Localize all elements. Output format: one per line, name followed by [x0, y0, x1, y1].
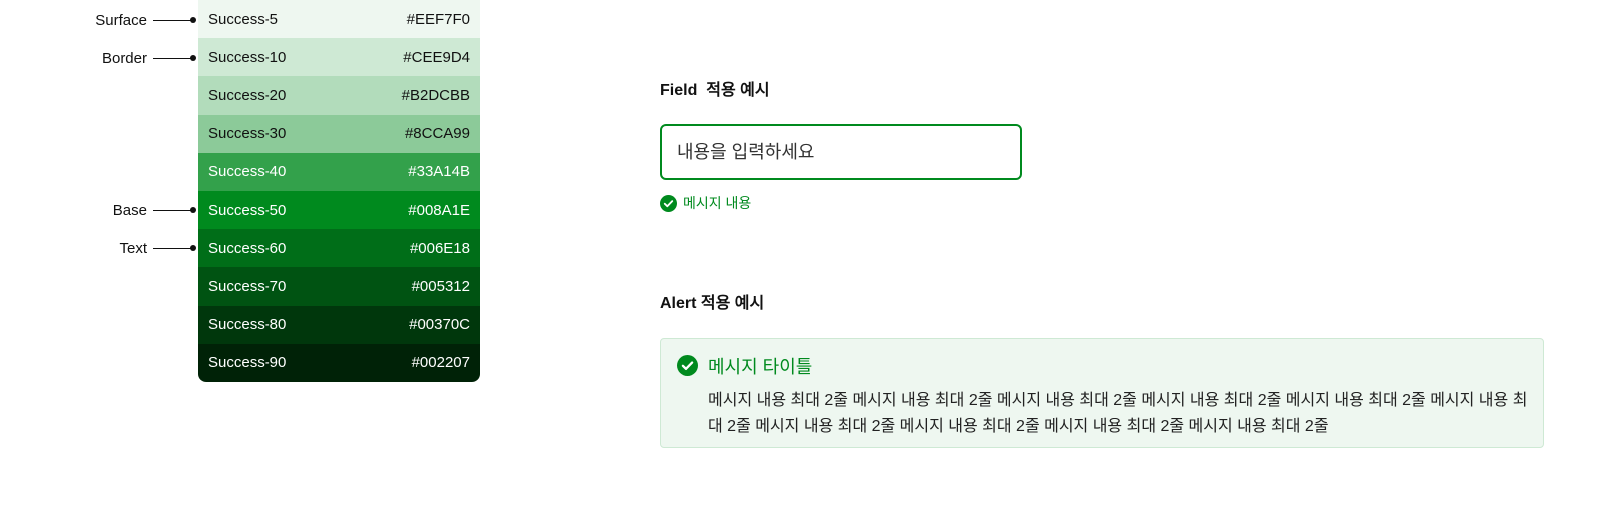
alert-body: 메시지 내용 최대 2줄 메시지 내용 최대 2줄 메시지 내용 최대 2줄 메… [708, 392, 1528, 435]
swatch-hex: #008A1E [408, 201, 470, 219]
role-label-text: Text [60, 238, 198, 258]
check-circle-icon [677, 355, 698, 376]
swatch-name: Success-10 [208, 48, 287, 66]
leader-line [153, 57, 191, 59]
swatch-hex: #002207 [411, 354, 470, 372]
swatch-hex: #8CCA99 [404, 125, 470, 143]
swatch-name: Success-60 [208, 239, 287, 257]
swatch-hex: #B2DCBB [401, 86, 470, 104]
role-label-base: Base [60, 200, 198, 220]
swatch-name: Success-20 [208, 86, 287, 104]
swatch-name: Success-30 [208, 125, 287, 143]
alert-example-title: Alert 적용 예시 [660, 295, 765, 312]
swatch-success-50: Success-50 #008A1E [198, 190, 480, 230]
role-text: Surface [95, 11, 147, 29]
field-example-title: Field 적용 예시 [660, 82, 770, 99]
swatch-hex: #33A14B [408, 163, 470, 181]
role-text: Border [101, 49, 147, 67]
swatch-success-10: Success-10 #CEE9D4 [198, 38, 480, 77]
swatch-success-90: Success-90 #002207 [198, 343, 480, 382]
swatch-hex: #EEF7F0 [406, 10, 470, 28]
swatch-name: Success-90 [208, 354, 287, 372]
field-message-text: 메시지 내용 [683, 195, 752, 211]
leader-dot [190, 245, 196, 251]
role-label-border: Border [60, 48, 198, 68]
swatch-success-5: Success-5 #EEF7F0 [198, 0, 480, 39]
example-text-field[interactable] [660, 124, 1022, 180]
swatch-success-20: Success-20 #B2DCBB [198, 76, 480, 115]
swatch-success-60: Success-60 #006E18 [198, 229, 480, 268]
leader-line [153, 209, 191, 211]
swatch-success-40: Success-40 #33A14B [198, 152, 480, 191]
alert-title: 메시지 타이틀 [708, 357, 813, 377]
swatch-success-30: Success-30 #8CCA99 [198, 114, 480, 153]
leader-dot [190, 207, 196, 213]
field-helper-message: 메시지 내용 [660, 193, 751, 213]
page: Success-5 #EEF7F0 Success-10 #CEE9D4 Suc… [0, 0, 1616, 526]
leader-line [153, 19, 191, 21]
swatch-hex: #CEE9D4 [403, 48, 470, 66]
success-alert: 메시지 타이틀 메시지 내용 최대 2줄 메시지 내용 최대 2줄 메시지 내용… [660, 338, 1544, 448]
role-text: Text [119, 239, 147, 257]
swatch-hex: #00370C [409, 316, 470, 334]
swatch-hex: #006E18 [409, 239, 470, 257]
leader-line [153, 247, 191, 249]
leader-dot [190, 55, 196, 61]
leader-dot [190, 17, 196, 23]
swatch-name: Success-80 [208, 316, 287, 334]
swatch-name: Success-5 [208, 10, 279, 28]
check-circle-icon [660, 194, 677, 212]
swatch-success-70: Success-70 #005312 [198, 267, 480, 306]
role-text: Base [112, 201, 147, 219]
swatch-hex: #005312 [411, 277, 470, 295]
swatch-success-80: Success-80 #00370C [198, 305, 480, 344]
swatch-name: Success-70 [208, 277, 287, 295]
swatch-name: Success-50 [208, 201, 287, 219]
success-color-palette: Success-5 #EEF7F0 Success-10 #CEE9D4 Suc… [198, 0, 480, 382]
swatch-name: Success-40 [208, 163, 287, 181]
role-label-surface: Surface [60, 10, 198, 30]
